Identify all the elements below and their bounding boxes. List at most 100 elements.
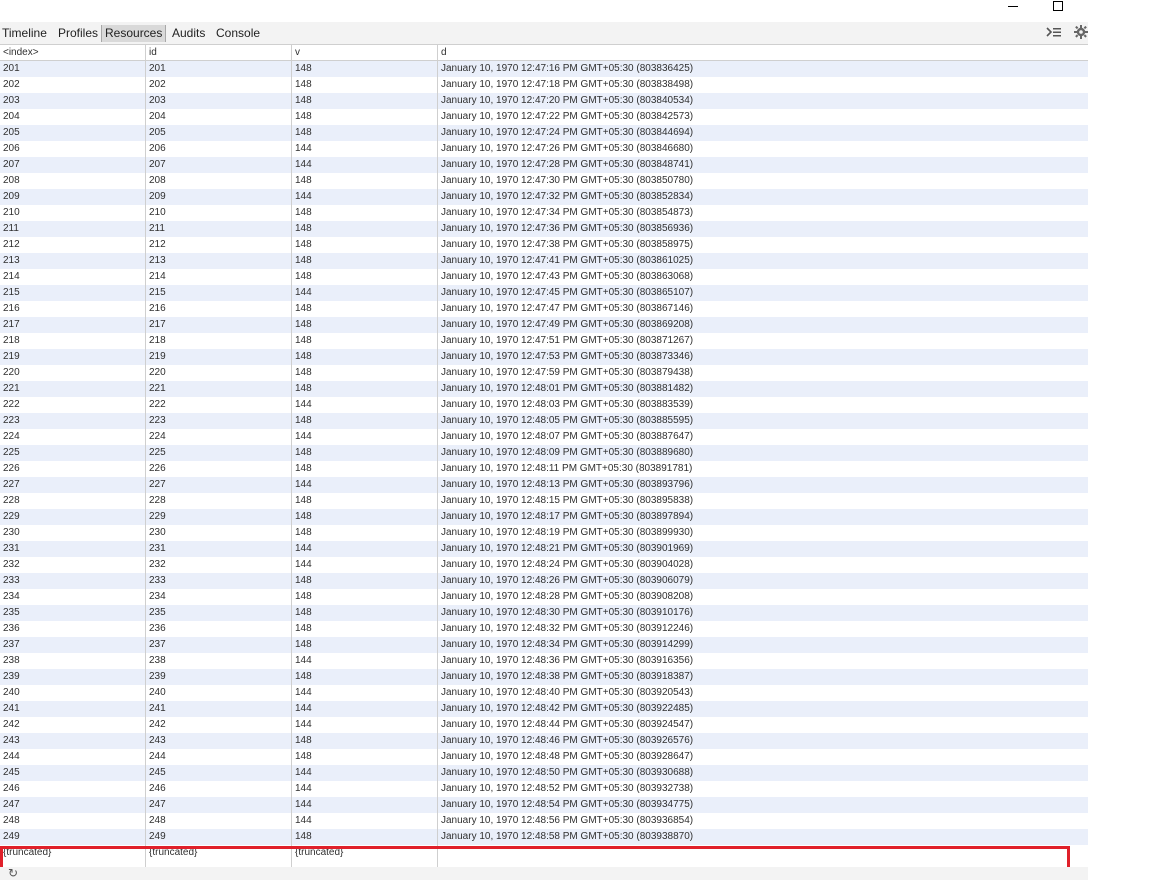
grid-header: <index> id v d <box>0 45 1088 61</box>
table-row[interactable]: 220 220 148 January 10, 1970 12:47:59 PM GM… <box>0 365 1088 381</box>
table-cell: 148 <box>295 351 312 362</box>
table-row[interactable]: 230 230 148 January 10, 1970 12:48:19 PM GM… <box>0 525 1088 541</box>
table-row[interactable]: 245 245 144 January 10, 1970 12:48:50 PM GM… <box>0 765 1088 781</box>
table-row[interactable]: 249 249 148 January 10, 1970 12:48:58 PM GM… <box>0 829 1088 845</box>
table-row[interactable]: 243 243 148 January 10, 1970 12:48:46 PM GM… <box>0 733 1088 749</box>
table-row[interactable]: 229 229 148 January 10, 1970 12:48:17 PM GM… <box>0 509 1088 525</box>
table-row[interactable]: 219 219 148 January 10, 1970 12:47:53 PM GM… <box>0 349 1088 365</box>
table-row[interactable]: 212 212 148 January 10, 1970 12:47:38 PM GM… <box>0 237 1088 253</box>
table-row[interactable]: 242 242 144 January 10, 1970 12:48:44 PM GM… <box>0 717 1088 733</box>
table-row[interactable]: 246 246 144 January 10, 1970 12:48:52 PM GM… <box>0 781 1088 797</box>
table-cell: 241 <box>3 703 20 714</box>
tab-profiles[interactable]: Profiles <box>57 25 99 42</box>
table-row[interactable]: 241 241 144 January 10, 1970 12:48:42 PM GM… <box>0 701 1088 717</box>
table-cell: January 10, 1970 12:48:36 PM GMT+05:30 (… <box>441 655 694 666</box>
table-row[interactable]: 235 235 148 January 10, 1970 12:48:30 PM GM… <box>0 605 1088 621</box>
table-cell: 201 <box>3 63 20 74</box>
minimize-icon[interactable] <box>1008 6 1018 7</box>
table-cell: 148 <box>295 367 312 378</box>
table-row[interactable]: 240 240 144 January 10, 1970 12:48:40 PM GM… <box>0 685 1088 701</box>
table-row[interactable]: 222 222 144 January 10, 1970 12:48:03 PM GM… <box>0 397 1088 413</box>
column-header-v[interactable]: v <box>295 45 435 61</box>
table-row[interactable]: 205 205 148 January 10, 1970 12:47:24 PM GM… <box>0 125 1088 141</box>
refresh-icon[interactable]: ↻ <box>8 867 18 880</box>
table-cell: 221 <box>149 383 166 394</box>
table-row[interactable]: 209 209 144 January 10, 1970 12:47:32 PM GM… <box>0 189 1088 205</box>
table-row[interactable]: 223 223 148 January 10, 1970 12:48:05 PM GM… <box>0 413 1088 429</box>
table-row[interactable]: 211 211 148 January 10, 1970 12:47:36 PM GM… <box>0 221 1088 237</box>
table-cell: 225 <box>149 447 166 458</box>
table-cell: 245 <box>3 767 20 778</box>
table-cell: 237 <box>149 639 166 650</box>
table-row[interactable]: 237 237 148 January 10, 1970 12:48:34 PM GM… <box>0 637 1088 653</box>
table-cell: 220 <box>149 367 166 378</box>
table-row[interactable]: 233 233 148 January 10, 1970 12:48:26 PM GM… <box>0 573 1088 589</box>
maximize-icon[interactable] <box>1053 1 1063 11</box>
tab-timeline[interactable]: Timeline <box>1 25 48 42</box>
table-row[interactable]: 207 207 144 January 10, 1970 12:47:28 PM GM… <box>0 157 1088 173</box>
table-cell: 148 <box>295 463 312 474</box>
table-cell: 207 <box>149 159 166 170</box>
table-cell: January 10, 1970 12:48:28 PM GMT+05:30 (… <box>441 591 694 602</box>
tab-audits[interactable]: Audits <box>171 25 206 42</box>
column-header-id[interactable]: id <box>149 45 289 61</box>
table-row[interactable]: 217 217 148 January 10, 1970 12:47:49 PM GM… <box>0 317 1088 333</box>
table-row[interactable]: 218 218 148 January 10, 1970 12:47:51 PM GM… <box>0 333 1088 349</box>
table-cell: January 10, 1970 12:47:28 PM GMT+05:30 (… <box>441 159 694 170</box>
table-row[interactable]: 248 248 144 January 10, 1970 12:48:56 PM GM… <box>0 813 1088 829</box>
table-row[interactable]: 210 210 148 January 10, 1970 12:47:34 PM GM… <box>0 205 1088 221</box>
table-cell: 249 <box>149 831 166 842</box>
table-cell: 148 <box>295 175 312 186</box>
table-row[interactable]: 226 226 148 January 10, 1970 12:48:11 PM GM… <box>0 461 1088 477</box>
table-row[interactable]: 224 224 144 January 10, 1970 12:48:07 PM GM… <box>0 429 1088 445</box>
gear-icon[interactable] <box>1074 25 1088 43</box>
table-row[interactable]: 208 208 148 January 10, 1970 12:47:30 PM GM… <box>0 173 1088 189</box>
table-row[interactable]: 227 227 144 January 10, 1970 12:48:13 PM GM… <box>0 477 1088 493</box>
table-row[interactable]: 238 238 144 January 10, 1970 12:48:36 PM GM… <box>0 653 1088 669</box>
table-cell: January 10, 1970 12:48:11 PM GMT+05:30 (… <box>441 463 693 474</box>
table-cell: 220 <box>3 367 20 378</box>
table-row[interactable]: 221 221 148 January 10, 1970 12:48:01 PM GM… <box>0 381 1088 397</box>
column-divider <box>437 45 438 867</box>
table-row[interactable]: 225 225 148 January 10, 1970 12:48:09 PM GM… <box>0 445 1088 461</box>
column-header-index[interactable]: <index> <box>3 45 143 61</box>
table-row[interactable]: 214 214 148 January 10, 1970 12:47:43 PM GM… <box>0 269 1088 285</box>
data-grid[interactable]: <index> id v d 201 201 148 January 10, 1970… <box>0 45 1088 867</box>
tab-console[interactable]: Console <box>215 25 261 42</box>
table-cell: January 10, 1970 12:47:47 PM GMT+05:30 (… <box>441 303 694 314</box>
table-row[interactable]: 236 236 148 January 10, 1970 12:48:32 PM GM… <box>0 621 1088 637</box>
table-cell: 148 <box>295 671 312 682</box>
table-row[interactable]: 216 216 148 January 10, 1970 12:47:47 PM GM… <box>0 301 1088 317</box>
table-cell: 144 <box>295 143 312 154</box>
tab-resources[interactable]: Resources <box>101 25 167 42</box>
table-row[interactable]: 201 201 148 January 10, 1970 12:47:16 PM GM… <box>0 61 1088 77</box>
table-cell: January 10, 1970 12:47:26 PM GMT+05:30 (… <box>441 143 694 154</box>
table-row[interactable]: 203 203 148 January 10, 1970 12:47:20 PM GM… <box>0 93 1088 109</box>
column-header-d[interactable]: d <box>441 45 1081 61</box>
table-row[interactable]: 228 228 148 January 10, 1970 12:48:15 PM GM… <box>0 493 1088 509</box>
table-row[interactable]: 215 215 144 January 10, 1970 12:47:45 PM GM… <box>0 285 1088 301</box>
table-row[interactable]: 239 239 148 January 10, 1970 12:48:38 PM GM… <box>0 669 1088 685</box>
table-cell: 144 <box>295 479 312 490</box>
table-cell: 225 <box>3 447 20 458</box>
table-row[interactable]: 247 247 144 January 10, 1970 12:48:54 PM GM… <box>0 797 1088 813</box>
table-cell: 228 <box>3 495 20 506</box>
table-row[interactable]: 231 231 144 January 10, 1970 12:48:21 PM GM… <box>0 541 1088 557</box>
table-cell: January 10, 1970 12:48:48 PM GMT+05:30 (… <box>441 751 694 762</box>
table-cell: 144 <box>295 559 312 570</box>
console-drawer-icon[interactable] <box>1046 25 1062 43</box>
table-cell: 234 <box>3 591 20 602</box>
table-row[interactable]: 202 202 148 January 10, 1970 12:47:18 PM GM… <box>0 77 1088 93</box>
table-row[interactable]: 213 213 148 January 10, 1970 12:47:41 PM GM… <box>0 253 1088 269</box>
table-row[interactable]: 204 204 148 January 10, 1970 12:47:22 PM GM… <box>0 109 1088 125</box>
table-cell: January 10, 1970 12:47:18 PM GMT+05:30 (… <box>441 79 694 90</box>
table-cell: 144 <box>295 703 312 714</box>
table-cell: 148 <box>295 527 312 538</box>
table-row[interactable]: 206 206 144 January 10, 1970 12:47:26 PM GM… <box>0 141 1088 157</box>
table-row[interactable]: 232 232 144 January 10, 1970 12:48:24 PM GM… <box>0 557 1088 573</box>
table-row[interactable]: 234 234 148 January 10, 1970 12:48:28 PM GM… <box>0 589 1088 605</box>
table-cell: 246 <box>149 783 166 794</box>
table-cell: 232 <box>3 559 20 570</box>
column-divider <box>145 45 146 867</box>
table-row[interactable]: 244 244 148 January 10, 1970 12:48:48 PM GM… <box>0 749 1088 765</box>
